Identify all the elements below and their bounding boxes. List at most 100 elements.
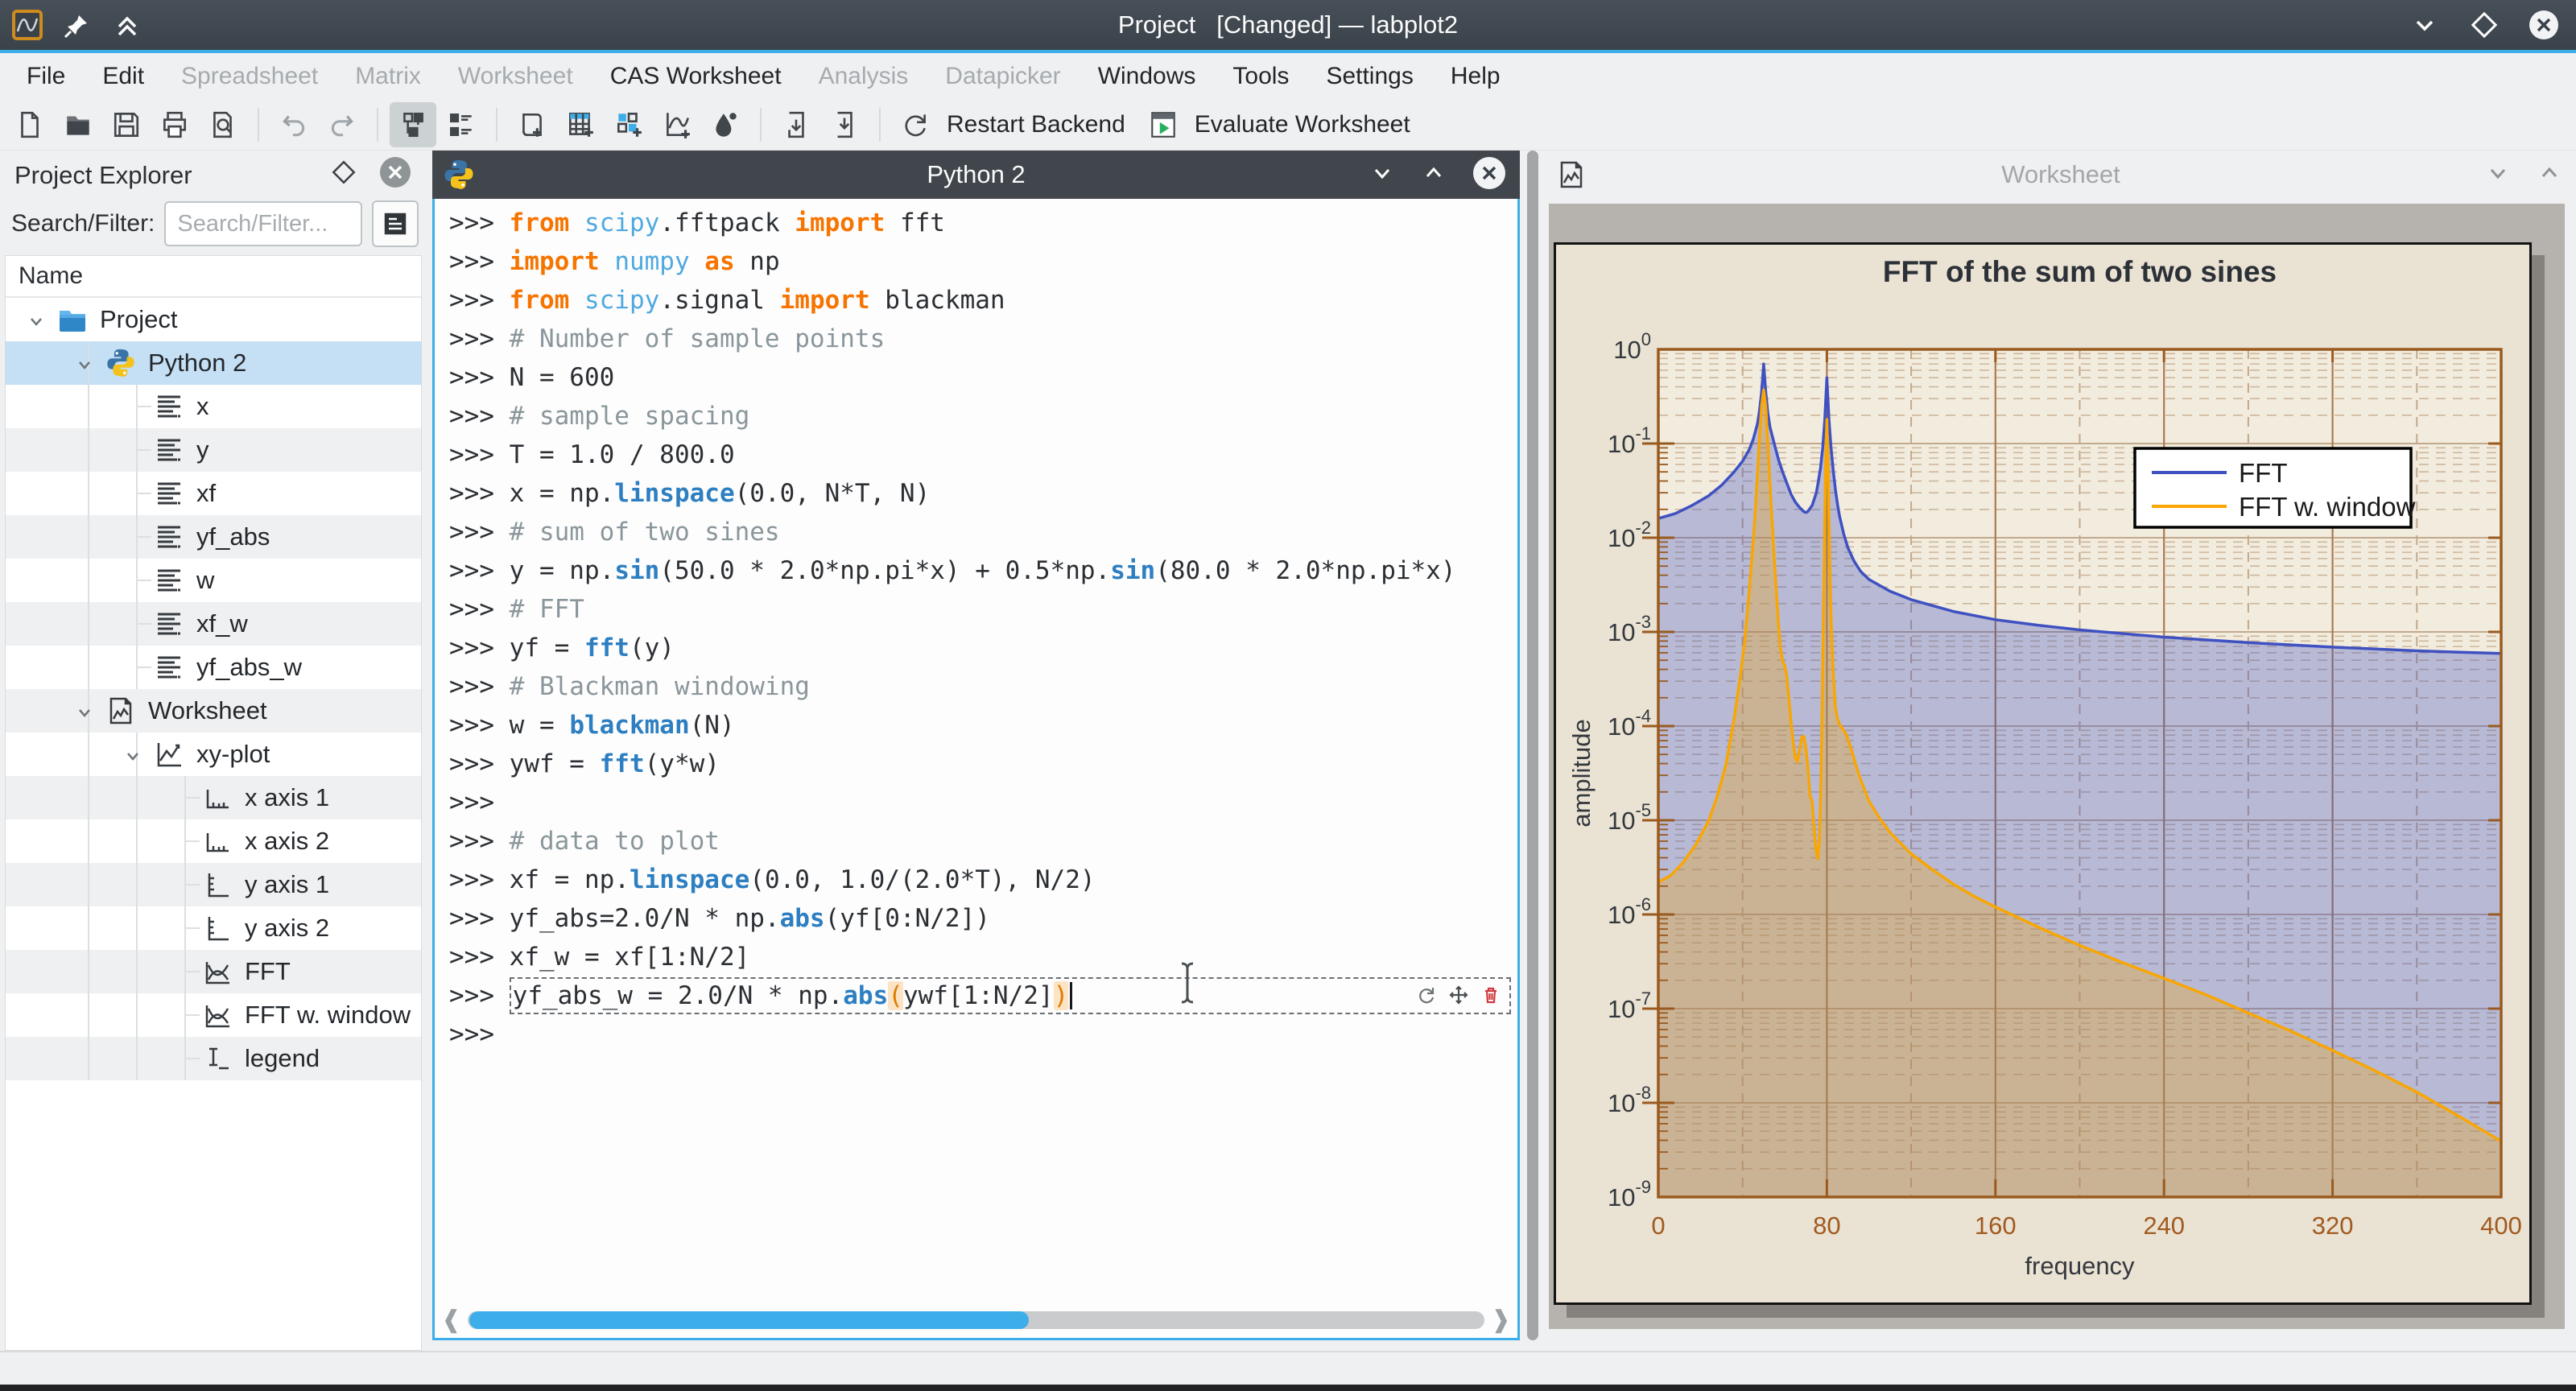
worksheet-minimize-icon[interactable] bbox=[2484, 159, 2512, 191]
worksheet-view[interactable]: 10010-110-210-310-410-510-610-710-810-90… bbox=[1546, 199, 2576, 1340]
tree-item-fft[interactable]: FFT bbox=[6, 950, 421, 993]
tree-item-xf-w[interactable]: xf_w bbox=[6, 602, 421, 646]
python-console-editor[interactable]: >>> from scipy.fftpack import fft>>> imp… bbox=[432, 199, 1520, 1340]
tree-item-x-axis-2[interactable]: x axis 2 bbox=[6, 819, 421, 863]
reevaluate-entry-icon[interactable] bbox=[1416, 983, 1437, 1012]
scrollbar-track[interactable] bbox=[468, 1311, 1484, 1329]
command-entry[interactable]: yf_abs_w = 2.0/N * np.abs(ywf[1:N/2]) bbox=[510, 977, 1511, 1014]
tree-item-legend[interactable]: legend bbox=[6, 1037, 421, 1080]
tree-item-yf-abs-w[interactable]: yf_abs_w bbox=[6, 646, 421, 689]
new-workbook-button[interactable] bbox=[509, 102, 555, 147]
properties-explorer-toggle[interactable] bbox=[438, 102, 485, 147]
python-console-header[interactable]: Python 2 bbox=[432, 151, 1520, 199]
tree-item-w[interactable]: w bbox=[6, 559, 421, 602]
worksheet-page[interactable]: 10010-110-210-310-410-510-610-710-810-90… bbox=[1554, 242, 2532, 1305]
tree-name-header[interactable]: Name bbox=[6, 256, 421, 298]
menu-help[interactable]: Help bbox=[1432, 53, 1519, 100]
expander-icon[interactable] bbox=[74, 353, 95, 374]
text-caret bbox=[1070, 982, 1072, 1009]
maximize-icon[interactable] bbox=[2468, 9, 2500, 41]
menu-cas-worksheet[interactable]: CAS Worksheet bbox=[592, 53, 800, 100]
close-icon[interactable] bbox=[2528, 9, 2560, 41]
new-matrix-button[interactable] bbox=[605, 102, 652, 147]
column-icon bbox=[153, 390, 185, 423]
console-line: >>> # data to plot bbox=[435, 822, 1517, 861]
export-data-button[interactable] bbox=[821, 102, 868, 147]
tree-item-project[interactable]: Project bbox=[6, 298, 421, 341]
tree-item-y-axis-2[interactable]: y axis 2 bbox=[6, 906, 421, 950]
titlebar[interactable]: Project [Changed] — labplot2 bbox=[0, 0, 2576, 53]
svg-text:80: 80 bbox=[1813, 1211, 1840, 1240]
worksheet-plot[interactable]: 10010-110-210-310-410-510-610-710-810-90… bbox=[1556, 245, 2529, 1302]
move-entry-icon[interactable] bbox=[1448, 983, 1469, 1012]
tree-item-xy-plot[interactable]: xy-plot bbox=[6, 733, 421, 776]
scrollbar-thumb[interactable] bbox=[469, 1311, 1028, 1329]
import-data-button[interactable] bbox=[773, 102, 819, 147]
new-file-button[interactable] bbox=[6, 102, 53, 147]
worksheet-header[interactable]: Worksheet bbox=[1546, 151, 2576, 199]
pin-icon[interactable] bbox=[61, 9, 93, 41]
tree-item-label: y axis 1 bbox=[245, 870, 329, 899]
print-preview-button[interactable] bbox=[200, 102, 246, 147]
tree-guide bbox=[136, 906, 138, 950]
console-vertical-scrollbar[interactable] bbox=[1520, 151, 1546, 1340]
new-spreadsheet-button[interactable] bbox=[557, 102, 604, 147]
menu-file[interactable]: File bbox=[8, 53, 84, 100]
evaluate-worksheet-button[interactable]: Evaluate Worksheet bbox=[1195, 111, 1410, 138]
tree-item-label: yf_abs bbox=[196, 522, 270, 551]
console-line: >>> xf = np.linspace(0.0, 1.0/(2.0*T), N… bbox=[435, 861, 1517, 899]
plot-legend[interactable]: FFTFFT w. window bbox=[2135, 448, 2416, 527]
tree-item-yf-abs[interactable]: yf_abs bbox=[6, 515, 421, 559]
x-axis-title: frequency bbox=[2025, 1252, 2135, 1280]
tree-item-label: Python 2 bbox=[148, 349, 246, 378]
open-file-button[interactable] bbox=[55, 102, 101, 147]
tree-item-python-2[interactable]: Python 2 bbox=[6, 341, 421, 385]
console-restore-icon[interactable] bbox=[1420, 159, 1447, 191]
tree-item-xf[interactable]: xf bbox=[6, 472, 421, 515]
column-icon bbox=[153, 521, 185, 553]
console-horizontal-scrollbar[interactable]: ❰ ❱ bbox=[441, 1309, 1511, 1331]
minimize-icon[interactable] bbox=[2409, 9, 2441, 41]
float-panel-icon[interactable] bbox=[330, 159, 357, 192]
scroll-right-icon[interactable]: ❱ bbox=[1491, 1309, 1511, 1331]
worksheet-canvas[interactable]: 10010-110-210-310-410-510-610-710-810-90… bbox=[1549, 204, 2565, 1329]
expander-icon[interactable] bbox=[122, 744, 143, 765]
save-button[interactable] bbox=[103, 102, 150, 147]
menu-edit[interactable]: Edit bbox=[84, 53, 163, 100]
redo-button[interactable] bbox=[319, 102, 365, 147]
python-console-window: Python 2 >>> from scipy.fftpack import f… bbox=[432, 151, 1520, 1340]
restart-backend-icon[interactable] bbox=[892, 102, 939, 147]
evaluate-worksheet-icon[interactable] bbox=[1140, 102, 1187, 147]
shade-window-icon[interactable] bbox=[111, 9, 143, 41]
menu-settings[interactable]: Settings bbox=[1307, 53, 1431, 100]
expander-icon[interactable] bbox=[26, 309, 47, 330]
expander-icon[interactable] bbox=[74, 700, 95, 721]
tree-item-x[interactable]: x bbox=[6, 385, 421, 428]
tree-item-y[interactable]: y bbox=[6, 428, 421, 472]
menu-worksheet: Worksheet bbox=[440, 53, 592, 100]
menu-windows[interactable]: Windows bbox=[1080, 53, 1215, 100]
tree-item-worksheet[interactable]: Worksheet bbox=[6, 689, 421, 733]
console-minimize-icon[interactable] bbox=[1368, 159, 1396, 191]
project-explorer-toggle[interactable] bbox=[390, 102, 436, 147]
tree-item-y-axis-1[interactable]: y axis 1 bbox=[6, 863, 421, 906]
scroll-left-icon[interactable]: ❰ bbox=[441, 1309, 461, 1331]
search-filter-input[interactable] bbox=[164, 201, 362, 246]
worksheet-restore-icon[interactable] bbox=[2536, 159, 2563, 191]
tree-item-fft-w-window[interactable]: FFT w. window bbox=[6, 993, 421, 1037]
print-button[interactable] bbox=[151, 102, 198, 147]
console-close-icon[interactable] bbox=[1472, 155, 1507, 195]
filter-options-button[interactable] bbox=[372, 200, 419, 247]
restart-backend-button[interactable]: Restart Backend bbox=[947, 111, 1125, 138]
tree-item-x-axis-1[interactable]: x axis 1 bbox=[6, 776, 421, 819]
delete-entry-icon[interactable] bbox=[1480, 983, 1501, 1012]
new-datapicker-button[interactable] bbox=[702, 102, 749, 147]
close-panel-icon[interactable] bbox=[378, 155, 412, 196]
menu-tools[interactable]: Tools bbox=[1214, 53, 1307, 100]
new-worksheet-button[interactable] bbox=[654, 102, 700, 147]
undo-button[interactable] bbox=[270, 102, 317, 147]
tree-item-label: Worksheet bbox=[148, 696, 267, 725]
svg-text:10-3: 10-3 bbox=[1608, 612, 1651, 646]
mouse-ibeam-cursor bbox=[1179, 960, 1196, 1009]
svg-text:10-4: 10-4 bbox=[1608, 706, 1651, 741]
